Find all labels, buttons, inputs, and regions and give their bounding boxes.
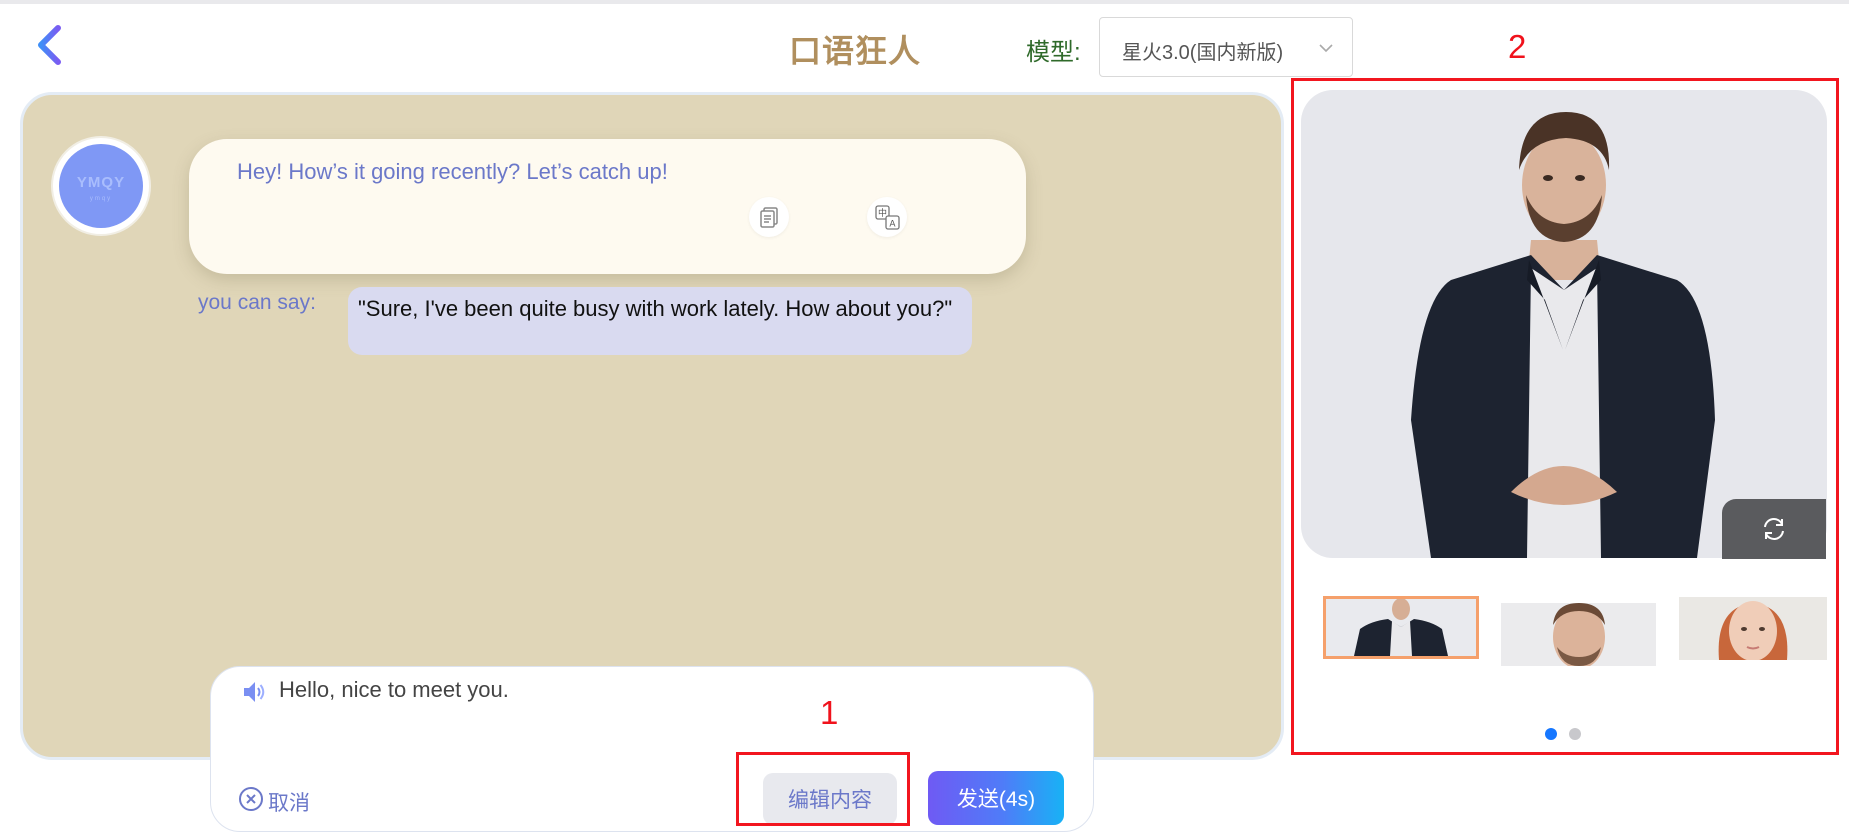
avatar-thumbnail[interactable] bbox=[1323, 596, 1479, 659]
bot-message-bubble: Hey! How’s it going recently? Let’s catc… bbox=[189, 139, 1026, 274]
model-label: 模型: bbox=[1026, 39, 1081, 66]
cancel-label: 取消 bbox=[268, 792, 310, 815]
man-headshot-thumbnail-image bbox=[1501, 603, 1656, 666]
avatar-logo: YMQY ymqy bbox=[59, 144, 143, 228]
chevron-down-icon bbox=[1319, 44, 1333, 53]
avatar-thumbnail[interactable] bbox=[1501, 603, 1656, 666]
input-panel: Hello, nice to meet you. 取消 编辑内容 发送(4s) bbox=[210, 666, 1094, 832]
svg-text:A: A bbox=[889, 220, 896, 230]
model-select[interactable]: 星火3.0(国内新版) bbox=[1099, 17, 1353, 77]
suggestion-bubble: "Sure, I've been quite busy with work la… bbox=[348, 287, 972, 355]
model-select-value: 星火3.0(国内新版) bbox=[1122, 42, 1284, 64]
carousel-dot[interactable] bbox=[1569, 728, 1581, 740]
send-button[interactable]: 发送(4s) bbox=[928, 771, 1064, 825]
page-title: 口语狂人 bbox=[788, 33, 921, 69]
bot-avatar: YMQY ymqy bbox=[53, 138, 149, 234]
bot-message-text: Hey! How’s it going recently? Let’s catc… bbox=[237, 159, 668, 184]
close-circle-icon bbox=[239, 787, 263, 811]
back-arrow-icon bbox=[38, 25, 87, 65]
back-button[interactable] bbox=[36, 24, 88, 66]
input-text: Hello, nice to meet you. bbox=[279, 677, 509, 702]
digital-human-view bbox=[1301, 90, 1827, 558]
edit-content-button[interactable]: 编辑内容 bbox=[763, 773, 897, 825]
avatar-thumbnail[interactable] bbox=[1679, 597, 1827, 660]
annotation-label-2: 2 bbox=[1508, 28, 1527, 65]
annotation-label-1: 1 bbox=[820, 694, 839, 731]
presenter-image bbox=[1411, 112, 1715, 558]
copy-icon bbox=[760, 207, 778, 228]
avatar-logo-subtext: ymqy bbox=[89, 196, 113, 202]
avatar-logo-text: YMQY bbox=[76, 174, 126, 191]
man-in-suit-thumbnail-image bbox=[1326, 599, 1476, 656]
suggestion-label: you can say: bbox=[198, 291, 316, 314]
refresh-icon bbox=[1764, 518, 1784, 540]
refresh-avatar-button[interactable] bbox=[1722, 499, 1826, 559]
speaker-icon[interactable] bbox=[241, 679, 267, 705]
translate-icon: 中 A bbox=[875, 205, 900, 230]
translate-button[interactable]: 中 A bbox=[867, 197, 907, 237]
woman-headshot-thumbnail-image bbox=[1679, 597, 1827, 660]
copy-button[interactable] bbox=[749, 197, 789, 237]
carousel-dot-active[interactable] bbox=[1545, 728, 1557, 740]
top-divider bbox=[0, 0, 1849, 4]
